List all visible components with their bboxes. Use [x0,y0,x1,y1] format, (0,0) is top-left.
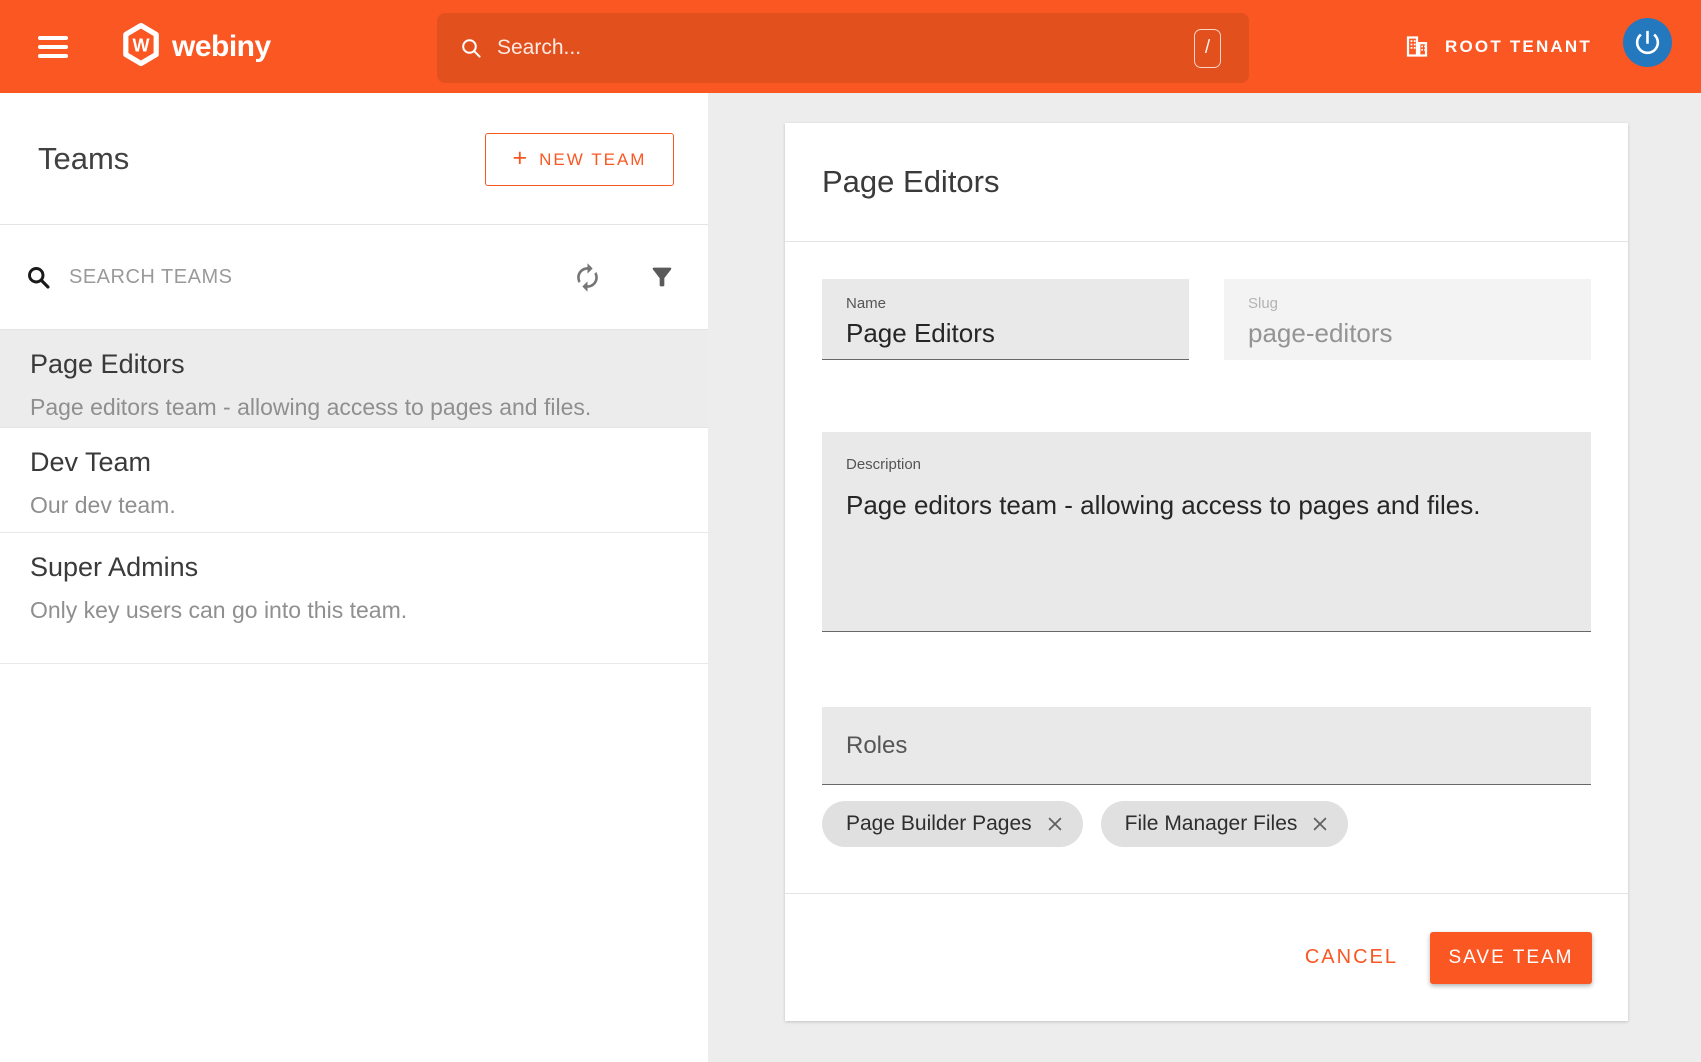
tenant-selector[interactable]: ROOT TENANT [1403,0,1592,93]
slug-field: Slug [1224,279,1591,360]
top-navigation-bar: W webiny / ROOT TENANT [0,0,1701,93]
roles-chips: Page Builder Pages File Manager Files [822,801,1591,847]
filter-button[interactable] [648,263,676,291]
team-list-item-dev-team[interactable]: Dev Team Our dev team. [0,428,708,533]
search-icon [459,36,483,60]
webiny-wordmark: webiny [172,30,271,64]
form-body: Name Slug Description Roles [785,279,1628,847]
slug-field-label: Slug [1248,294,1567,313]
power-icon [1632,27,1663,58]
search-icon [25,264,52,291]
form-header: Page Editors [785,123,1628,242]
teams-list-panel: Teams + NEW TEAM [0,93,708,1062]
slug-input [1248,318,1567,349]
role-chip-label: Page Builder Pages [846,812,1032,836]
teams-search-bar [0,225,708,330]
tenant-label: ROOT TENANT [1445,37,1592,57]
role-chip-file-manager-files[interactable]: File Manager Files [1101,801,1349,847]
svg-text:W: W [132,35,149,55]
cancel-button[interactable]: CANCEL [1305,946,1398,969]
user-avatar[interactable] [1623,18,1672,67]
global-search[interactable]: / [437,13,1249,83]
description-input[interactable] [846,488,1567,618]
team-list-item-super-admins[interactable]: Super Admins Only key users can go into … [0,533,708,664]
form-title: Page Editors [822,164,1000,200]
menu-button[interactable] [38,36,68,58]
keyboard-shortcut-badge: / [1194,29,1221,68]
remove-role-icon[interactable] [1045,814,1065,834]
team-name: Super Admins [30,549,678,585]
new-team-button[interactable]: + NEW TEAM [485,133,674,186]
team-description: Page editors team - allowing access to p… [30,392,678,422]
roles-field-label: Roles [846,732,907,760]
teams-search-input[interactable] [69,266,572,289]
team-name: Page Editors [30,346,678,382]
page-title: Teams [38,142,129,176]
webiny-admin-app: W webiny / ROOT TENANT [0,0,1701,1062]
name-input[interactable] [846,318,1165,349]
description-field-label: Description [846,455,1567,474]
team-name: Dev Team [30,444,678,480]
role-chip-label: File Manager Files [1125,812,1298,836]
webiny-hexagon-icon: W [122,22,160,72]
teams-panel-header: Teams + NEW TEAM [0,93,708,225]
global-search-input[interactable] [497,36,1194,60]
team-description: Only key users can go into this team. [30,595,678,625]
building-icon [1403,33,1431,60]
teams-list: Page Editors Page editors team - allowin… [0,330,708,664]
refresh-button[interactable] [572,262,603,293]
description-field[interactable]: Description [822,432,1591,632]
form-footer: CANCEL SAVE TEAM [785,893,1628,1021]
remove-role-icon[interactable] [1310,814,1330,834]
name-field-label: Name [846,294,1165,313]
name-field[interactable]: Name [822,279,1189,360]
team-details-area: Page Editors Name Slug Description [708,93,1701,1062]
save-team-button[interactable]: SAVE TEAM [1430,932,1592,984]
filter-icon [648,263,676,291]
refresh-icon [572,262,603,293]
team-form-card: Page Editors Name Slug Description [785,123,1628,1021]
webiny-logo[interactable]: W webiny [122,0,271,93]
team-description: Our dev team. [30,490,678,520]
hamburger-icon [38,36,68,40]
role-chip-page-builder-pages[interactable]: Page Builder Pages [822,801,1083,847]
new-team-button-label: NEW TEAM [539,150,646,170]
roles-field[interactable]: Roles [822,707,1591,785]
team-list-item-page-editors[interactable]: Page Editors Page editors team - allowin… [0,330,708,428]
plus-icon: + [513,144,528,173]
